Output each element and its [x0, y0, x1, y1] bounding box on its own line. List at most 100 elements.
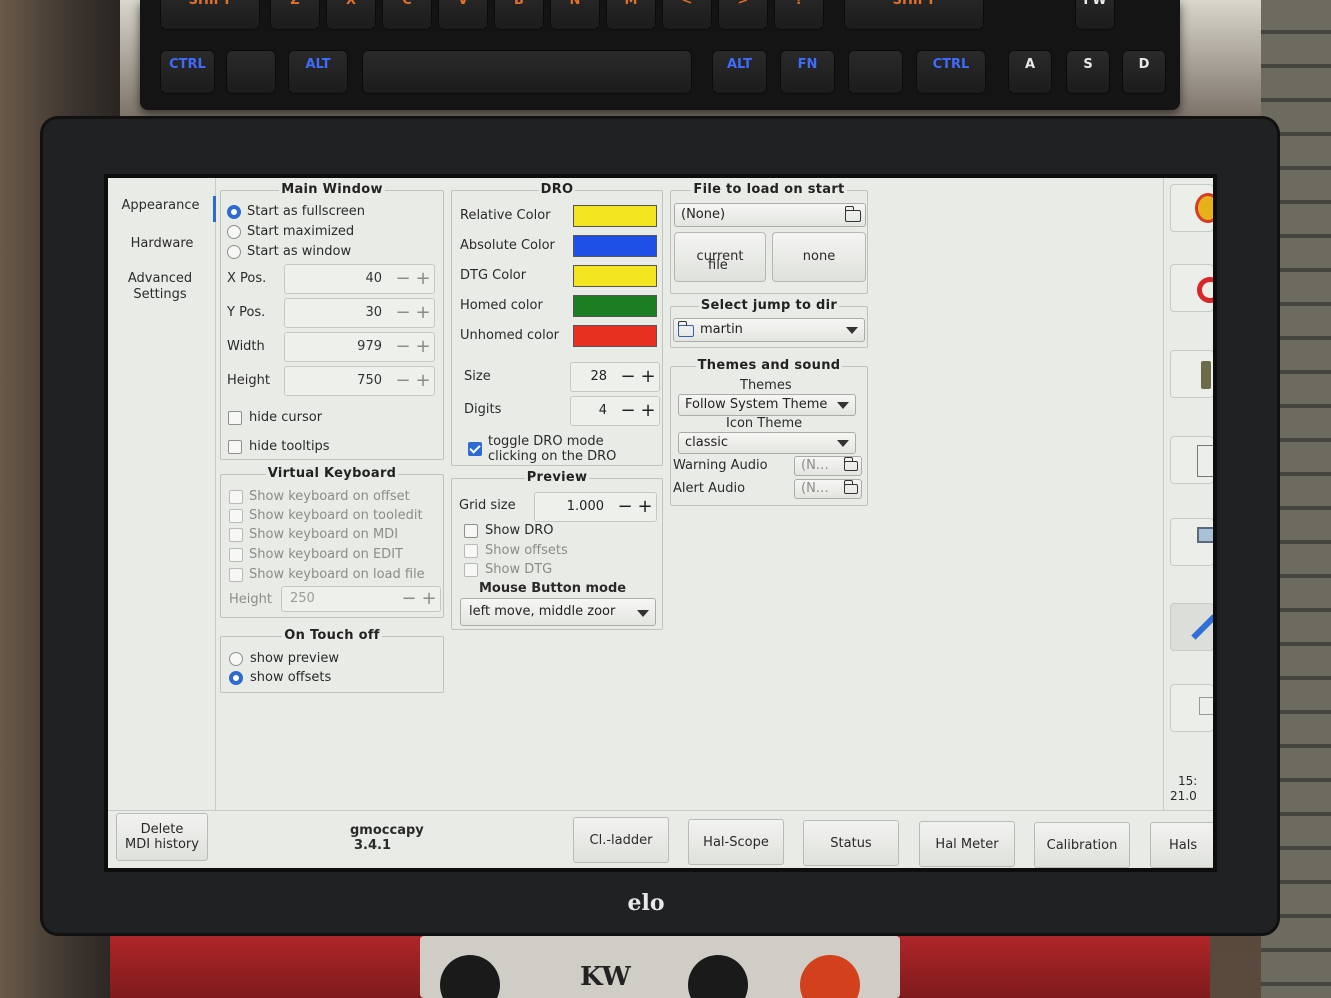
dro-digits-minus[interactable]: −: [619, 400, 637, 422]
label-window: Start as window: [247, 244, 352, 259]
cl-ladder-button[interactable]: Cl.-ladder: [573, 817, 669, 863]
label-absolute-color: Absolute Color: [460, 238, 555, 253]
dro-size-spin[interactable]: 28 − +: [570, 362, 660, 392]
height-minus[interactable]: −: [394, 370, 412, 392]
label-hide-tooltips: hide tooltips: [249, 439, 330, 454]
width-minus[interactable]: −: [394, 336, 412, 358]
folder-open-icon: [845, 206, 861, 222]
folder-icon: [678, 321, 694, 337]
show-offsets-checkbox[interactable]: [464, 544, 478, 558]
label-vk-mdi: Show keyboard on MDI: [249, 527, 399, 542]
power-button[interactable]: [1170, 264, 1213, 312]
ypos-minus[interactable]: −: [394, 302, 412, 324]
grid-size-plus[interactable]: +: [636, 496, 654, 518]
key-shift-right: SHIFT: [844, 0, 984, 30]
height-plus[interactable]: +: [414, 370, 432, 392]
grid-size-minus[interactable]: −: [616, 496, 634, 518]
label-show-dtg: Show DTG: [485, 562, 553, 577]
xpos-plus[interactable]: +: [414, 268, 432, 290]
touch-off-title: On Touch off: [282, 628, 382, 643]
themes-title: Themes and sound: [695, 358, 843, 373]
right-toolbar: 15: 21.0: [1163, 178, 1213, 810]
vk-loadfile-checkbox[interactable]: [229, 568, 243, 582]
radio-show-preview[interactable]: [229, 652, 243, 666]
tab-appearance[interactable]: Appearance: [108, 196, 216, 222]
status-button[interactable]: Status: [803, 820, 899, 866]
icon-theme-label: Icon Theme: [726, 416, 803, 431]
halshow-button[interactable]: Hals: [1150, 822, 1213, 868]
ypos-plus[interactable]: +: [414, 302, 432, 324]
estop-button[interactable]: [1170, 184, 1213, 232]
vk-height-plus[interactable]: +: [420, 588, 438, 610]
vk-height-spin[interactable]: 250 − +: [281, 586, 441, 612]
absolute-color-swatch[interactable]: [573, 235, 657, 257]
vk-tooledit-checkbox[interactable]: [229, 509, 243, 523]
mode-mdi-button[interactable]: [1170, 436, 1213, 484]
relative-color-swatch[interactable]: [573, 205, 657, 227]
icon-theme-combo[interactable]: classic: [678, 432, 856, 454]
homed-color-swatch[interactable]: [573, 295, 657, 317]
height-spin[interactable]: 750 − +: [284, 366, 435, 396]
dro-size-plus[interactable]: +: [639, 366, 657, 388]
none-button[interactable]: none: [772, 232, 866, 282]
chevron-down-icon: [846, 327, 858, 334]
file-load-chooser[interactable]: (None): [674, 203, 866, 227]
label-show-offsets: show offsets: [250, 670, 332, 685]
dro-digits-plus[interactable]: +: [639, 400, 657, 422]
radio-show-offsets[interactable]: [229, 671, 243, 685]
radio-fullscreen[interactable]: [227, 205, 241, 219]
vk-edit-checkbox[interactable]: [229, 548, 243, 562]
alert-audio-label: Alert Audio: [673, 481, 746, 496]
key-c: C: [382, 0, 432, 30]
mode-auto-button[interactable]: [1170, 518, 1213, 566]
vk-mdi-checkbox[interactable]: [229, 528, 243, 542]
calibration-button[interactable]: Calibration: [1034, 822, 1130, 868]
current-file-button[interactable]: current: [674, 232, 766, 282]
label-show-preview: show preview: [250, 651, 339, 666]
show-dtg-checkbox[interactable]: [464, 563, 478, 577]
key-ctrl-right: CTRL: [916, 50, 986, 94]
jump-dir-combo[interactable]: martin: [673, 318, 865, 342]
dtg-color-swatch[interactable]: [573, 265, 657, 287]
delete-mdi-history-button[interactable]: Delete MDI history: [116, 813, 208, 861]
hal-meter-button[interactable]: Hal Meter: [919, 821, 1015, 867]
grid-size-spin[interactable]: 1.000 − +: [534, 492, 657, 522]
vk-offset-checkbox[interactable]: [229, 490, 243, 504]
xpos-minus[interactable]: −: [394, 268, 412, 290]
key-win: [226, 50, 276, 94]
vk-height-minus[interactable]: −: [400, 588, 418, 610]
dro-digits-spin[interactable]: 4 − +: [570, 396, 660, 426]
hal-scope-button[interactable]: Hal-Scope: [688, 819, 784, 865]
radio-window[interactable]: [227, 245, 241, 259]
tab-advanced-settings[interactable]: Advanced Settings: [108, 271, 212, 303]
mouse-button-combo[interactable]: left move, middle zoor: [460, 598, 656, 626]
hide-tooltips-checkbox[interactable]: [228, 440, 242, 454]
themes-combo[interactable]: Follow System Theme: [678, 394, 856, 416]
settings-button[interactable]: [1170, 603, 1213, 651]
hide-cursor-checkbox[interactable]: [228, 411, 242, 425]
physical-keyboard: SHIFT Z X C V B N M < > ? SHIFT FW CTRL …: [140, 0, 1180, 110]
ypos-spin[interactable]: 30 − +: [284, 298, 435, 328]
chevron-down-icon: [837, 440, 849, 447]
app-name: gmoccapy: [350, 823, 424, 838]
tab-icon: [1199, 697, 1213, 715]
dro-size-minus[interactable]: −: [619, 366, 637, 388]
key-m: M: [606, 0, 656, 30]
show-dro-checkbox[interactable]: [464, 524, 478, 538]
radio-maximized[interactable]: [227, 225, 241, 239]
vk-height-value: 250: [290, 591, 315, 606]
alert-audio-chooser[interactable]: (N…: [794, 479, 862, 499]
label-relative-color: Relative Color: [460, 208, 551, 223]
user-tab-button[interactable]: [1170, 684, 1213, 732]
label-homed-color: Homed color: [460, 298, 543, 313]
warning-audio-chooser[interactable]: (N…: [794, 456, 862, 476]
mouse-button-title: Mouse Button mode: [479, 581, 627, 596]
toggle-dro-checkbox[interactable]: [468, 442, 482, 456]
unhomed-color-swatch[interactable]: [573, 325, 657, 347]
warning-audio-label: Warning Audio: [673, 458, 768, 473]
width-plus[interactable]: +: [414, 336, 432, 358]
mode-manual-button[interactable]: [1170, 350, 1213, 398]
width-spin[interactable]: 979 − +: [284, 332, 435, 362]
tab-hardware[interactable]: Hardware: [108, 236, 216, 252]
xpos-spin[interactable]: 40 − +: [284, 264, 435, 294]
